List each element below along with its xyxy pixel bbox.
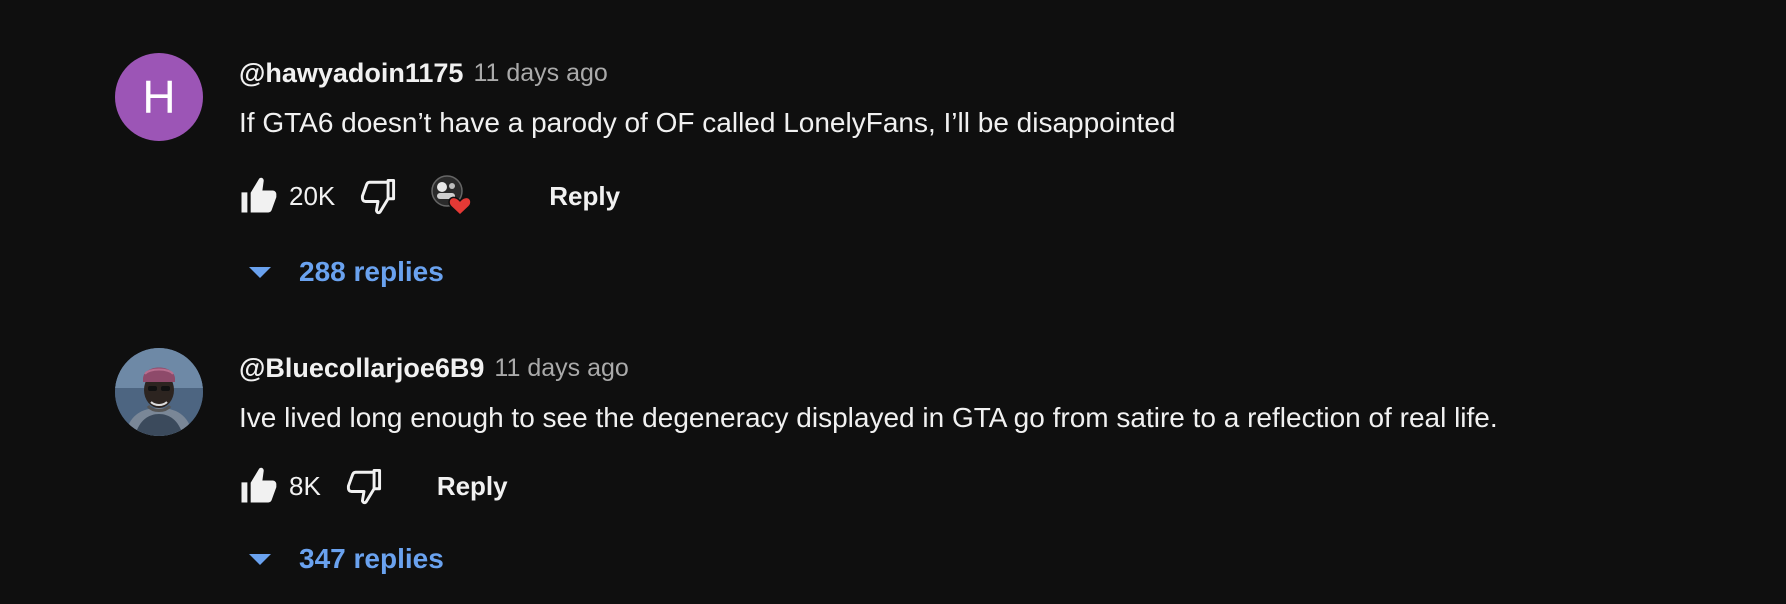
comment-actions: 8K Reply xyxy=(233,461,520,511)
comment-text: If GTA6 doesn’t have a parody of OF call… xyxy=(239,107,1176,138)
thumbs-up-icon xyxy=(241,467,277,503)
view-replies-button[interactable]: 347 replies xyxy=(247,537,444,581)
like-count: 20K xyxy=(289,180,336,211)
comment-header: @hawyadoin1175 11 days ago xyxy=(239,53,1755,93)
comment-timestamp[interactable]: 11 days ago xyxy=(494,354,628,383)
reply-button[interactable]: Reply xyxy=(425,463,520,510)
comment-text: Ive lived long enough to see the degener… xyxy=(239,402,1498,433)
creator-heart-badge xyxy=(427,171,477,221)
view-replies-button[interactable]: 288 replies xyxy=(247,250,444,294)
replies-count-label: 288 replies xyxy=(299,256,444,287)
thumbs-down-icon xyxy=(346,468,381,505)
dislike-button[interactable] xyxy=(339,461,389,511)
avatar-letter: H xyxy=(142,71,176,123)
caret-down-icon xyxy=(249,554,271,565)
thumbs-up-icon xyxy=(241,177,277,213)
comment-body: @Bluecollarjoe6B9 11 days ago Ive lived … xyxy=(239,348,1755,575)
like-count: 8K xyxy=(289,470,321,501)
comment-actions: 20K Reply xyxy=(233,171,632,221)
avatar-photo xyxy=(115,348,203,436)
thumbs-down-icon xyxy=(361,178,396,215)
like-button[interactable] xyxy=(233,171,283,221)
comment-timestamp[interactable]: 11 days ago xyxy=(473,59,607,88)
replies-count-label: 347 replies xyxy=(299,543,444,574)
comment-header: @Bluecollarjoe6B9 11 days ago xyxy=(239,348,1755,388)
author-name[interactable]: @hawyadoin1175 xyxy=(239,58,463,89)
avatar[interactable]: H xyxy=(115,53,203,141)
reply-button[interactable]: Reply xyxy=(537,173,632,220)
creator-heart-icon xyxy=(431,175,472,217)
caret-down-icon xyxy=(249,267,271,278)
author-name[interactable]: @Bluecollarjoe6B9 xyxy=(239,353,484,384)
comment-body: @hawyadoin1175 11 days ago If GTA6 doesn… xyxy=(239,53,1755,288)
avatar[interactable] xyxy=(115,348,203,436)
like-button[interactable] xyxy=(233,461,283,511)
dislike-button[interactable] xyxy=(353,171,403,221)
